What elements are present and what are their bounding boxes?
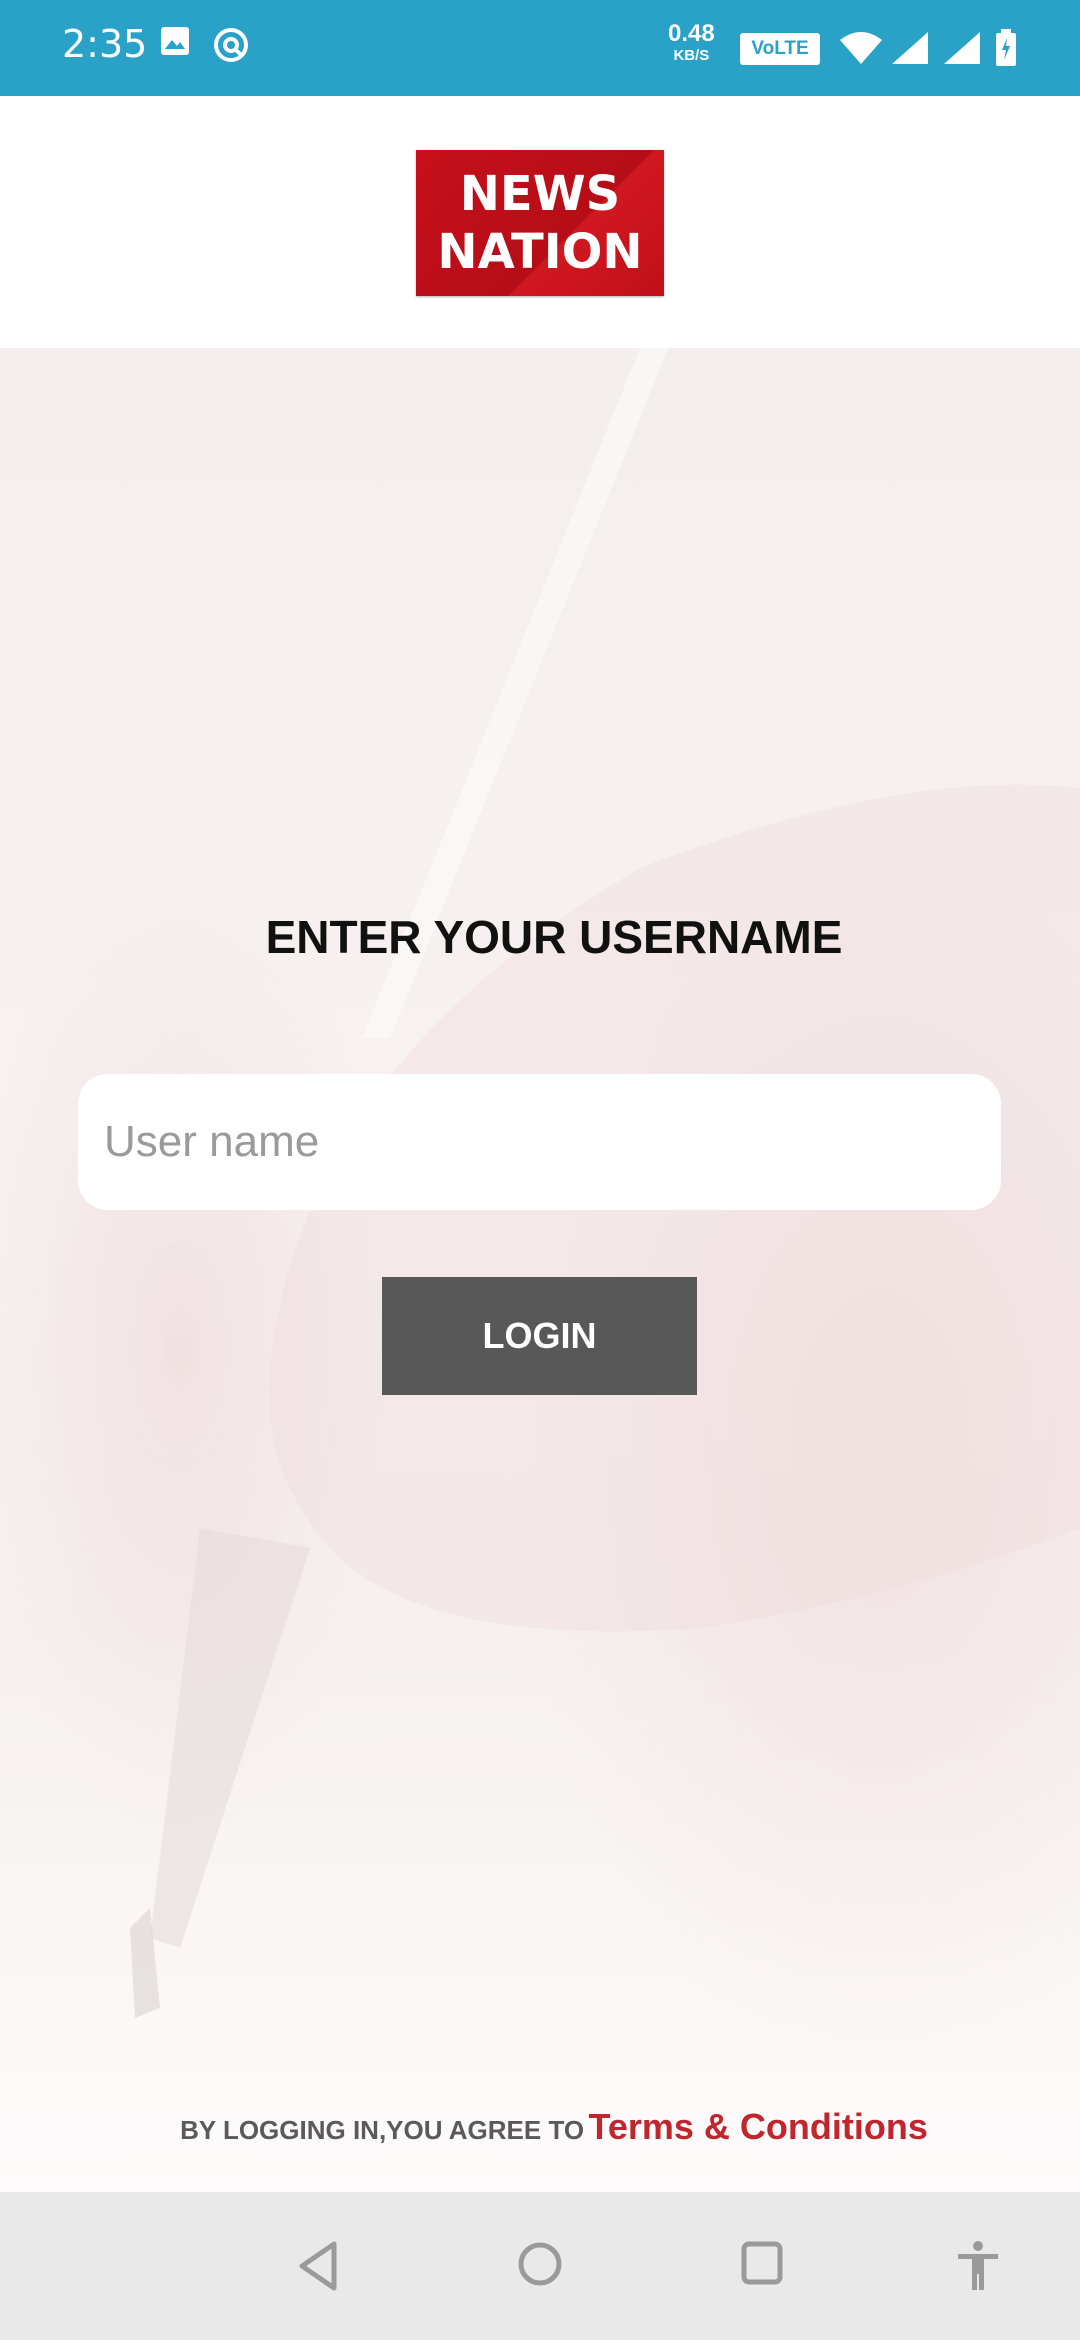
back-icon[interactable] bbox=[296, 2240, 340, 2297]
news-nation-logo: NEWS NATION bbox=[416, 150, 664, 296]
network-speed-value: 0.48 bbox=[668, 20, 715, 47]
login-button[interactable]: LOGIN bbox=[382, 1277, 697, 1395]
login-screen: ENTER YOUR USERNAME LOGIN BY LOGGING IN,… bbox=[0, 348, 1080, 2192]
home-icon[interactable] bbox=[516, 2240, 564, 2293]
gallery-icon bbox=[160, 26, 190, 61]
status-bar: 2:35 0.48 KB/S VoLTE bbox=[0, 0, 1080, 96]
system-nav-bar bbox=[0, 2192, 1080, 2340]
accessibility-icon[interactable] bbox=[954, 2240, 1002, 2297]
recents-icon[interactable] bbox=[740, 2240, 784, 2291]
terms-link[interactable]: Terms & Conditions bbox=[589, 2106, 928, 2147]
network-speed-unit: KB/S bbox=[673, 47, 710, 64]
app-header: NEWS NATION bbox=[0, 96, 1080, 348]
signal-icon bbox=[942, 30, 982, 71]
username-input[interactable] bbox=[78, 1074, 1001, 1210]
network-speed: 0.48 KB/S bbox=[668, 20, 715, 64]
wifi-icon bbox=[838, 30, 884, 71]
logo-text-line1: NEWS bbox=[459, 166, 621, 222]
background-pen-image bbox=[130, 348, 1080, 2018]
terms-prefix: BY LOGGING IN,YOU AGREE TO bbox=[180, 2115, 585, 2145]
battery-icon bbox=[994, 28, 1018, 73]
sync-icon bbox=[212, 26, 250, 69]
signal-icon bbox=[890, 30, 930, 71]
page-title: ENTER YOUR USERNAME bbox=[265, 911, 843, 963]
volte-badge: VoLTE bbox=[740, 33, 820, 65]
status-time: 2:35 bbox=[62, 22, 148, 66]
terms-notice: BY LOGGING IN,YOU AGREE TO Terms & Condi… bbox=[0, 2106, 1080, 2148]
logo-text-line2: NATION bbox=[437, 224, 643, 280]
